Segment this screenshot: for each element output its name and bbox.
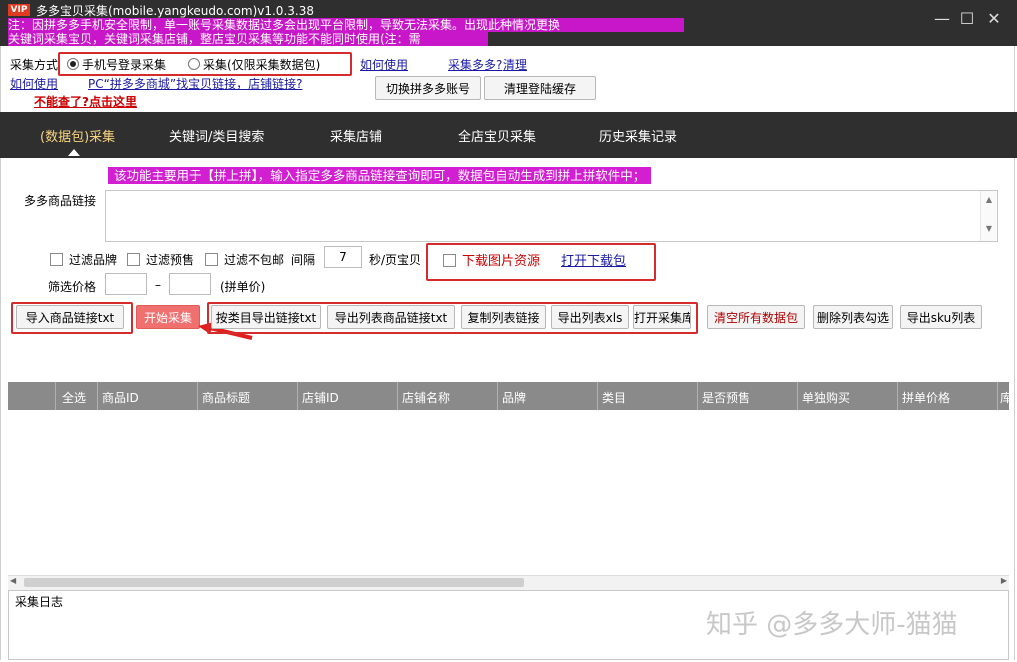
feature-hint: 该功能主要用于【拼上拼】，输入指定多多商品链接查询即可，数据包自动生成到拼上拼软… — [108, 167, 652, 184]
find-link-text[interactable]: 如何使用 — [10, 77, 58, 91]
clear-cache-button[interactable]: 清理登陆缓存 — [484, 76, 596, 100]
checkbox-icon[interactable] — [50, 253, 63, 266]
filter-presale[interactable]: 过滤预售 — [127, 251, 194, 268]
column-divider — [497, 382, 498, 410]
copy-list-links-button[interactable]: 复制列表链接 — [461, 305, 546, 329]
textarea-scrollbar[interactable]: ▲ ▼ — [980, 191, 997, 241]
price-min-input[interactable] — [105, 273, 147, 295]
column-divider — [97, 382, 98, 410]
column-divider — [697, 382, 698, 410]
column-divider — [55, 382, 56, 410]
tab-store-items[interactable]: 全店宝贝采集 — [458, 126, 536, 145]
clear-all-button[interactable]: 清空所有数据包 — [707, 305, 805, 329]
tab-history[interactable]: 历史采集记录 — [599, 126, 677, 145]
filter-presale-label: 过滤预售 — [146, 253, 195, 267]
log-label: 采集日志 — [15, 595, 64, 609]
notice-line-1: 注：因拼多多手机安全限制，单一账号采集数据过多会出现平台限制，导致无法采集。出现… — [8, 18, 684, 32]
clear-link[interactable]: 清理 — [503, 56, 527, 73]
minimize-icon[interactable]: — — [930, 10, 954, 28]
column-store-name[interactable]: 店铺名称 — [402, 389, 450, 406]
open-library-button[interactable]: 打开采集库 — [633, 305, 691, 329]
scroll-left-icon[interactable]: ◀ — [10, 576, 16, 585]
price-dash: – — [155, 278, 161, 292]
checkbox-icon[interactable] — [127, 253, 140, 266]
import-links-button[interactable]: 导入商品链接txt — [16, 305, 124, 329]
vip-badge: VIP — [8, 4, 30, 16]
price-label: 筛选价格 — [48, 280, 97, 294]
switch-account-button[interactable]: 切换拼多多账号 — [375, 76, 481, 100]
column-divider — [997, 382, 998, 410]
checkbox-icon[interactable] — [443, 254, 456, 267]
column-divider — [597, 382, 598, 410]
mode-option-phone[interactable]: 手机号登录采集 — [67, 56, 166, 73]
export-sku-button[interactable]: 导出sku列表 — [900, 305, 982, 329]
mode-option-phone-label: 手机号登录采集 — [82, 58, 167, 72]
column-product-id[interactable]: 商品ID — [102, 389, 139, 406]
scrollbar-thumb[interactable] — [24, 578, 524, 587]
price-max-input[interactable] — [169, 273, 211, 295]
active-tab-caret-icon — [68, 149, 80, 156]
column-single-buy[interactable]: 单独购买 — [802, 389, 850, 406]
scroll-right-icon[interactable]: ▶ — [1001, 576, 1007, 585]
find-link[interactable]: 如何使用 PC“拼多多商城”找宝贝链接，店铺链接? — [10, 75, 302, 92]
scroll-up-icon[interactable]: ▲ — [981, 195, 997, 204]
download-images-option[interactable]: 下载图片资源 — [443, 250, 540, 269]
how-to-use-link-tail[interactable]: 采集多多? — [448, 58, 502, 72]
maximize-icon[interactable]: ☐ — [955, 10, 979, 28]
price-unit: (拼单价) — [220, 280, 266, 294]
filter-brand[interactable]: 过滤品牌 — [50, 251, 117, 268]
table-horizontal-scrollbar[interactable]: ◀ ▶ — [8, 575, 1009, 590]
tab-packet-collect[interactable]: (数据包)采集 — [40, 126, 115, 145]
close-icon[interactable]: ✕ — [982, 10, 1006, 28]
radio-selected-icon[interactable] — [67, 58, 79, 70]
column-divider — [197, 382, 198, 410]
tab-keyword-search[interactable]: 关键词/类目搜索 — [169, 126, 264, 145]
title-bar: VIP 多多宝贝采集(mobile.yangkeudo.com)v1.0.3.3… — [0, 0, 1017, 46]
column-category[interactable]: 类目 — [602, 389, 626, 406]
notice-line-2: 关键词采集宝贝，关键词采集店铺，整店宝贝采集等功能不能同时使用(注：需 — [8, 32, 488, 46]
radio-icon[interactable] — [188, 58, 200, 70]
open-download-link[interactable]: 打开下载包 — [561, 250, 626, 269]
interval-label: 间隔 — [291, 253, 316, 267]
link-label: 多多商品链接 — [24, 194, 97, 208]
delete-checked-button[interactable]: 删除列表勾选 — [813, 305, 893, 329]
export-by-category-button[interactable]: 按类目导出链接txt — [211, 305, 321, 329]
filter-no-free-ship-label: 过滤不包邮 — [224, 253, 285, 267]
column-store-id[interactable]: 店铺ID — [302, 389, 339, 406]
column-divider — [397, 382, 398, 410]
mode-label: 采集方式 — [10, 58, 59, 72]
filter-no-free-ship[interactable]: 过滤不包邮 — [205, 251, 284, 268]
tab-collect-store[interactable]: 采集店铺 — [330, 126, 382, 145]
column-product-title[interactable]: 商品标题 — [202, 389, 250, 406]
column-brand[interactable]: 品牌 — [502, 389, 526, 406]
column-select-all[interactable]: 全选 — [62, 389, 86, 406]
how-to-use-link-text[interactable]: 如何使用 — [360, 58, 408, 72]
column-group-price[interactable]: 拼单价格 — [902, 389, 950, 406]
link-textarea[interactable]: ▲ ▼ — [105, 190, 998, 242]
column-divider — [297, 382, 298, 410]
start-collect-button[interactable]: 开始采集 — [136, 305, 200, 329]
warning-link[interactable]: 不能查了?点击这里 — [12, 93, 137, 110]
checkbox-icon[interactable] — [205, 253, 218, 266]
mode-option-packet-label: 采集(仅限采集数据包) — [203, 58, 321, 72]
export-xls-button[interactable]: 导出列表xls — [551, 305, 629, 329]
interval-unit: 秒/页宝贝 — [369, 253, 422, 267]
scroll-down-icon[interactable]: ▼ — [981, 224, 997, 233]
find-link-tail[interactable]: PC“拼多多商城”找宝贝链接，店铺链接? — [88, 77, 302, 91]
column-divider — [797, 382, 798, 410]
mode-option-packet[interactable]: 采集(仅限采集数据包) — [188, 56, 320, 73]
watermark: 知乎 @多多大师-猫猫 — [706, 610, 958, 640]
filter-brand-label: 过滤品牌 — [69, 253, 118, 267]
app-title: 多多宝贝采集(mobile.yangkeudo.com)v1.0.3.38 — [36, 4, 314, 18]
download-images-label: 下载图片资源 — [462, 254, 541, 269]
column-divider — [897, 382, 898, 410]
column-stock[interactable]: 库 — [1000, 389, 1012, 406]
export-list-links-button[interactable]: 导出列表商品链接txt — [327, 305, 455, 329]
column-presale[interactable]: 是否预售 — [702, 389, 750, 406]
interval-input[interactable]: 7 — [324, 246, 362, 268]
how-to-use-link[interactable]: 如何使用 采集多多? — [360, 56, 502, 73]
